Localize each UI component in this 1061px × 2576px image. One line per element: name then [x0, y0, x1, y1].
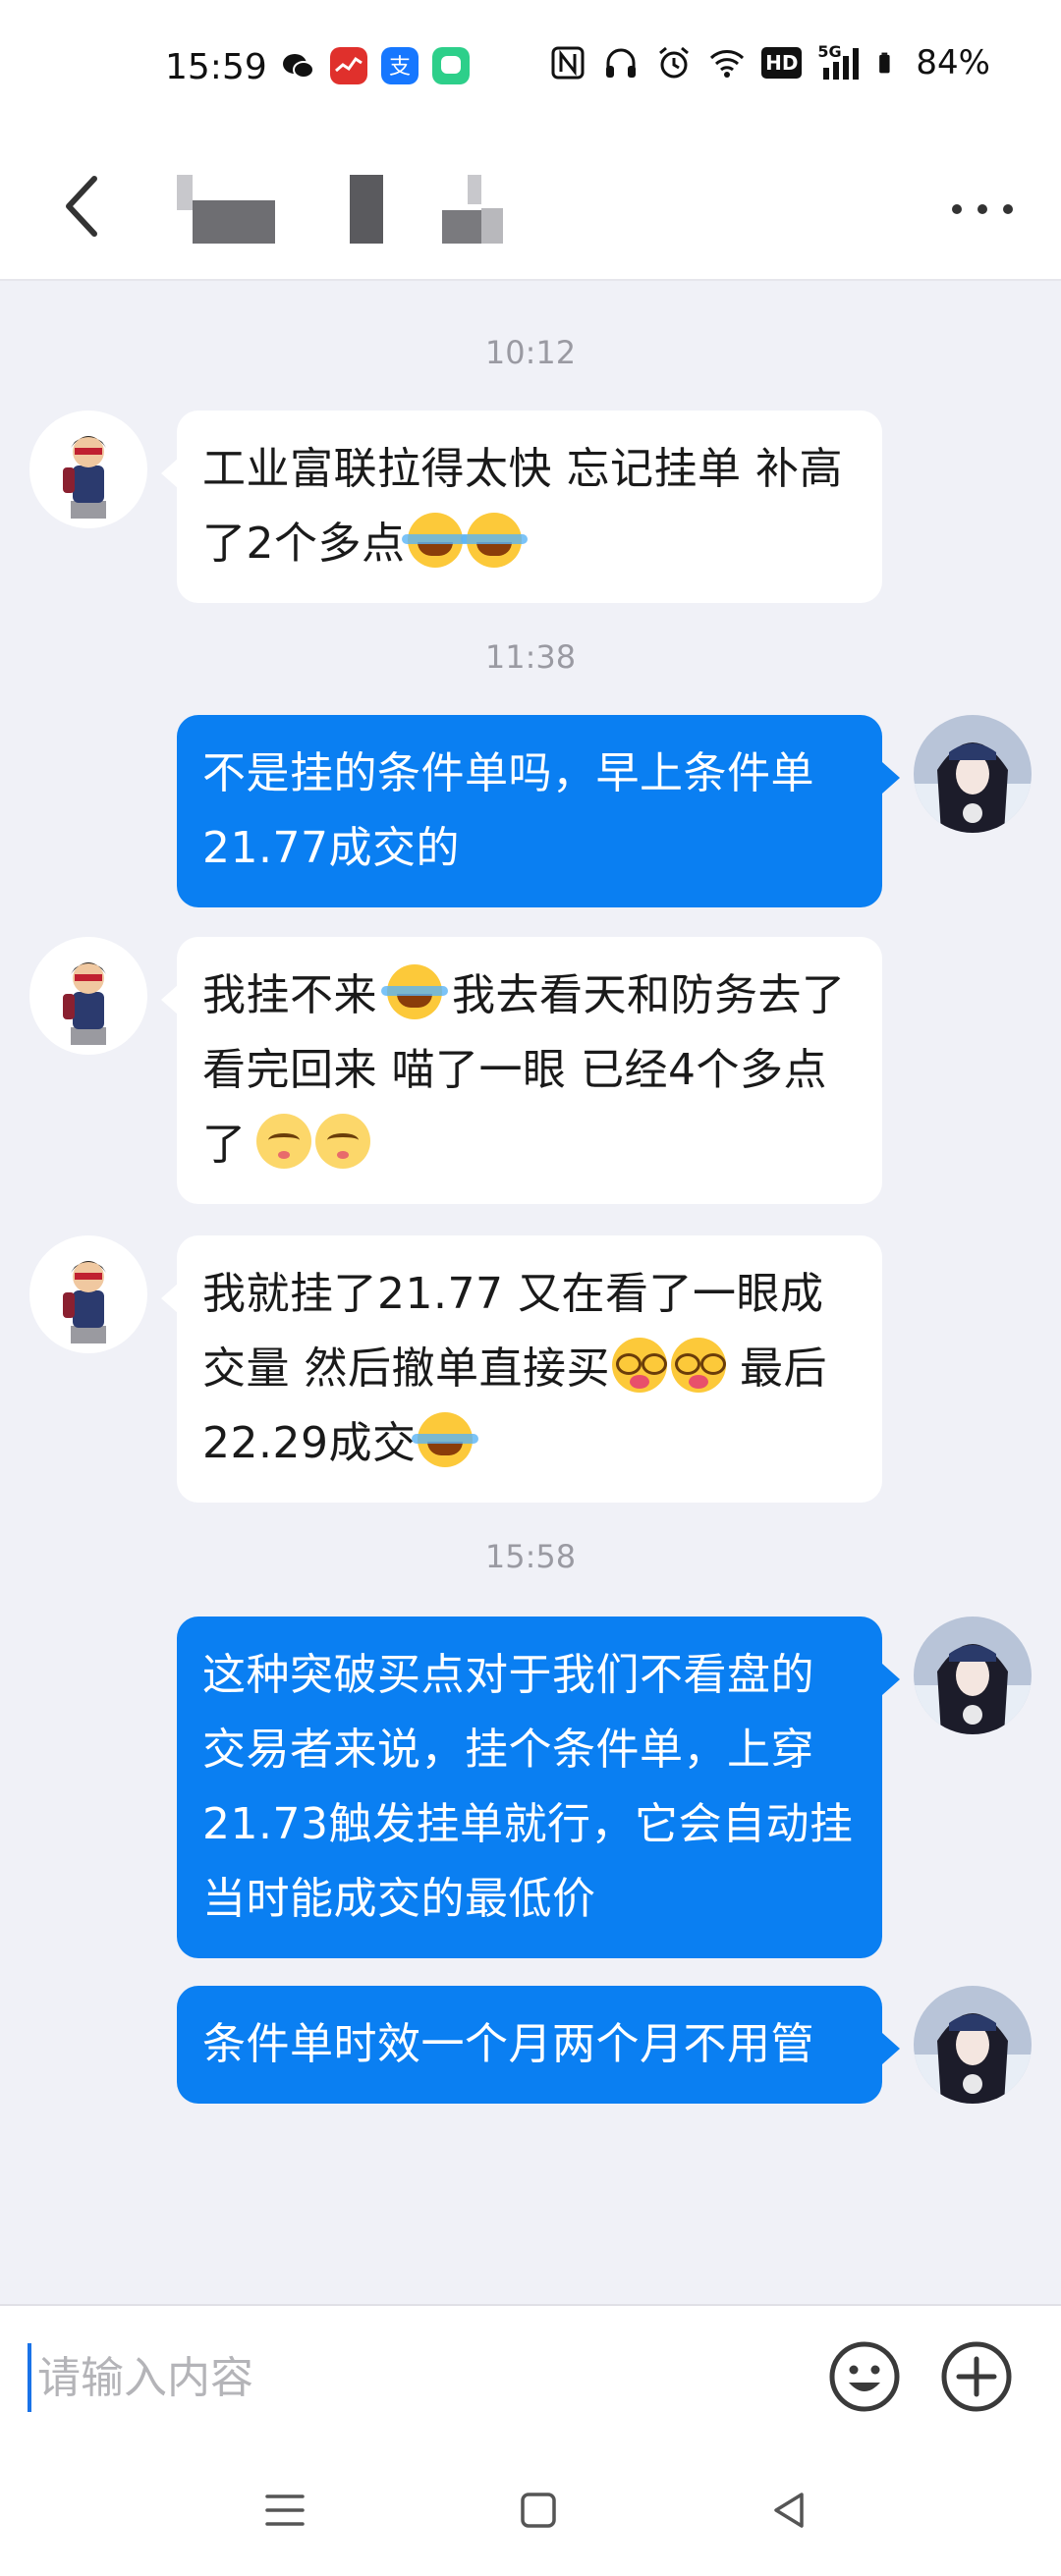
- nerd-face-emoji-icon: [612, 1338, 667, 1393]
- incoming-message[interactable]: 工业富联拉得太快 忘记挂单 补高了2个多点: [177, 411, 882, 603]
- svg-text:支: 支: [389, 55, 411, 80]
- message-input[interactable]: [28, 2343, 794, 2412]
- back-triangle-icon[interactable]: [760, 2481, 819, 2540]
- incoming-message[interactable]: 我挂不来 我去看天和防务去了 看完回来 喵了一眼 已经4个多点了: [177, 937, 882, 1204]
- chat-app-icon: [432, 47, 470, 84]
- contact-avatar[interactable]: [29, 1235, 147, 1353]
- my-avatar[interactable]: [914, 1986, 1032, 2104]
- home-square-icon[interactable]: [509, 2481, 568, 2540]
- wifi-icon: [710, 50, 745, 78]
- bubble-tail: [882, 762, 900, 794]
- bubble-tail: [882, 2033, 900, 2064]
- battery-icon: [879, 52, 891, 74]
- my-avatar[interactable]: [914, 1617, 1032, 1734]
- chevron-left-icon[interactable]: [55, 167, 114, 246]
- contact-avatar[interactable]: [29, 937, 147, 1055]
- cute-face-emoji-icon: [314, 1114, 370, 1169]
- contact-name-blurred: [177, 171, 511, 253]
- stock-app-icon: [330, 47, 367, 84]
- menu-lines-icon[interactable]: [255, 2481, 314, 2540]
- status-bar: 15:59 支 HD 5G 84%: [0, 0, 1061, 137]
- message-text: 我就挂了21.77 又在看了一眼成交量 然后撤单直接买: [202, 1269, 824, 1394]
- signal-icon: 5G: [817, 42, 863, 82]
- laugh-cry-emoji-icon: [401, 513, 469, 568]
- message-input-bar: [0, 2304, 1061, 2441]
- outgoing-message[interactable]: 条件单时效一个月两个月不用管: [177, 1986, 882, 2104]
- message-text: 条件单时效一个月两个月不用管: [202, 2019, 814, 2069]
- nerd-face-emoji-icon: [671, 1338, 726, 1393]
- laugh-cry-emoji-icon: [412, 1412, 479, 1467]
- message-text: 我挂不来: [202, 970, 377, 1020]
- laugh-cry-emoji-icon: [381, 964, 448, 1019]
- emoji-face-icon[interactable]: [827, 2339, 902, 2414]
- message-text: 这种突破买点对于我们不看盘的交易者来说，挂个条件单，上穿21.73触发挂单就行，…: [202, 1650, 854, 1924]
- incoming-message[interactable]: 我就挂了21.77 又在看了一眼成交量 然后撤单直接买 最后22.29成交: [177, 1235, 882, 1503]
- battery-percent: 84%: [916, 43, 990, 82]
- bubble-tail: [882, 1664, 900, 1695]
- more-dots-icon[interactable]: [943, 185, 1022, 234]
- chat-messages[interactable]: 10:12 工业富联拉得太快 忘记挂单 补高了2个多点 11:38 不是挂的条件…: [0, 281, 1061, 2304]
- system-nav-bar: [0, 2441, 1061, 2576]
- status-time: 15:59: [165, 47, 267, 87]
- contact-avatar[interactable]: [29, 411, 147, 528]
- outgoing-message[interactable]: 这种突破买点对于我们不看盘的交易者来说，挂个条件单，上穿21.73触发挂单就行，…: [177, 1617, 882, 1958]
- laugh-cry-emoji-icon: [460, 513, 528, 568]
- network-type: 5G: [817, 42, 842, 61]
- system-icons: HD 5G 84%: [549, 42, 990, 82]
- wechat-icon: [283, 54, 314, 79]
- cute-face-emoji-icon: [255, 1114, 311, 1169]
- chat-header: [0, 137, 1061, 281]
- my-avatar[interactable]: [914, 715, 1032, 833]
- timestamp: 10:12: [484, 334, 577, 371]
- headphones-icon: [606, 48, 637, 78]
- hd-icon: HD: [761, 47, 803, 79]
- outgoing-message[interactable]: 不是挂的条件单吗，早上条件单21.77成交的: [177, 715, 882, 907]
- message-text: 不是挂的条件单吗，早上条件单21.77成交的: [202, 748, 814, 873]
- message-text: 工业富联拉得太快 忘记挂单 补高了2个多点: [202, 444, 843, 569]
- notification-icons: 支: [279, 47, 470, 84]
- timestamp: 11:38: [484, 638, 577, 676]
- alipay-icon: 支: [381, 47, 419, 84]
- alarm-icon: [659, 46, 690, 79]
- timestamp: 15:58: [484, 1538, 577, 1575]
- nfc-icon: [551, 46, 585, 80]
- plus-circle-icon[interactable]: [939, 2339, 1014, 2414]
